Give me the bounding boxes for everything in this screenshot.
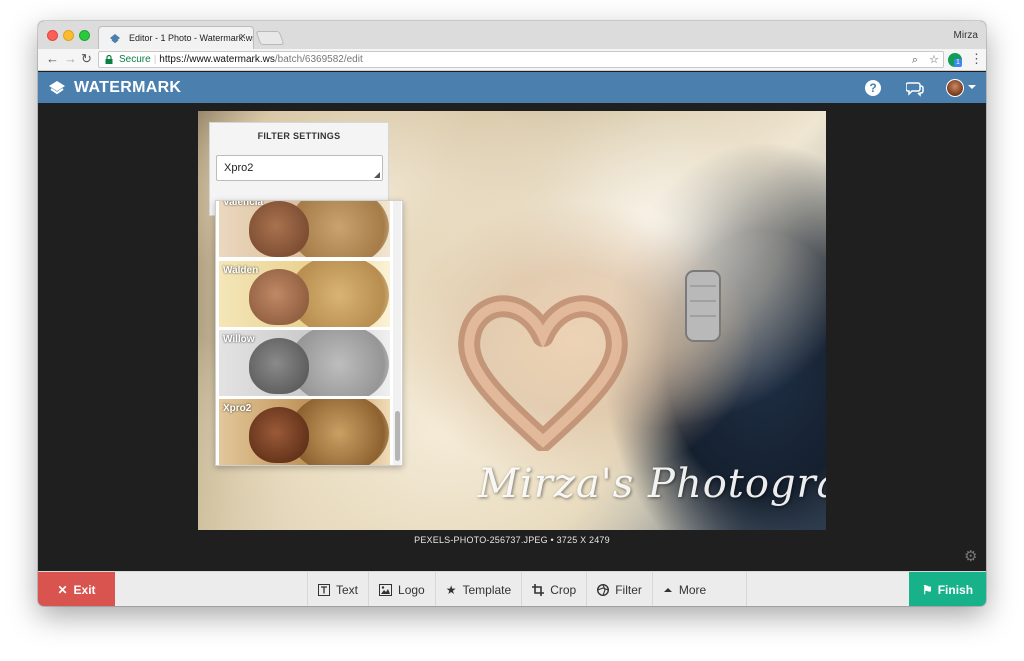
star-icon: ★	[445, 582, 457, 597]
filter-option-label: Valencia	[223, 200, 264, 208]
filter-select-value: Xpro2	[224, 162, 254, 174]
new-tab-button[interactable]	[255, 31, 285, 45]
flag-icon: ⚑	[921, 582, 933, 597]
omnibox-actions: ⌕ ☆	[912, 53, 939, 67]
filter-option-label: Willow	[223, 334, 255, 345]
tool-label: More	[678, 582, 707, 597]
lock-icon	[105, 55, 113, 64]
browser-menu-icon[interactable]: ⋮	[970, 51, 983, 67]
text-tool-button[interactable]: Text	[307, 572, 368, 606]
filter-thumbnail	[219, 201, 390, 257]
close-window-button[interactable]	[47, 30, 58, 41]
thumb-face	[249, 338, 309, 394]
filter-option-walden[interactable]: Walden	[219, 261, 390, 327]
chat-icon[interactable]	[906, 79, 924, 97]
filter-options-list[interactable]: Valencia Walden Willow Xpro2	[215, 200, 403, 466]
brand-name: WATERMARK	[74, 79, 182, 96]
help-icon[interactable]: ?	[864, 79, 882, 97]
tool-label: Template	[462, 582, 512, 597]
editor-canvas: Mirza's Photography FILTER SETTINGS Xpro…	[38, 103, 986, 571]
crop-icon	[532, 583, 545, 596]
tool-label: Logo	[398, 582, 425, 597]
caret-down-icon[interactable]	[968, 85, 976, 89]
maximize-window-button[interactable]	[79, 30, 90, 41]
close-tab-icon[interactable]: ×	[240, 31, 246, 43]
reload-icon[interactable]: ↻	[81, 51, 92, 67]
caret-up-icon	[663, 585, 673, 595]
more-tool-button[interactable]: More	[651, 572, 748, 606]
resize-handle-icon	[374, 172, 380, 178]
thumb-face	[249, 407, 309, 463]
filter-icon	[597, 583, 610, 596]
crop-tool-button[interactable]: Crop	[521, 572, 586, 606]
bottom-toolbar: ✕ Exit Text Logo ★ Template Crop Filter …	[38, 571, 986, 606]
image-icon	[379, 583, 393, 596]
minimize-window-button[interactable]	[63, 30, 74, 41]
forward-arrow-icon[interactable]: →	[64, 51, 77, 67]
tool-label: Crop	[550, 582, 577, 597]
zoom-icon[interactable]: ⌕	[912, 54, 918, 66]
text-icon	[318, 583, 330, 596]
thumb-face	[249, 269, 309, 325]
extension-badge: 1	[954, 59, 962, 67]
finish-button[interactable]: ⚑ Finish	[909, 572, 986, 606]
filter-option-label: Walden	[223, 265, 259, 276]
tool-label: Text	[336, 582, 359, 597]
file-caption: PEXELS-PHOTO-256737.JPEG • 3725 X 2479	[414, 535, 610, 545]
filter-option-willow[interactable]: Willow	[219, 330, 390, 396]
back-arrow-icon[interactable]: ←	[46, 51, 59, 67]
user-avatar[interactable]	[946, 79, 964, 97]
heart-hands-illustration	[458, 295, 628, 451]
browser-tab[interactable]: Editor - 1 Photo - Watermark.ws ×	[98, 26, 254, 49]
scrollbar-thumb[interactable]	[395, 411, 400, 461]
close-icon: ✕	[57, 582, 68, 597]
filter-select[interactable]: Xpro2	[216, 155, 383, 181]
filter-option-valencia[interactable]: Valencia	[219, 200, 390, 257]
tool-label: Filter	[615, 582, 642, 597]
thumb-face	[249, 201, 309, 257]
filter-settings-title: FILTER SETTINGS	[257, 131, 341, 141]
gear-icon[interactable]: ⚙	[964, 547, 977, 565]
template-tool-button[interactable]: ★ Template	[434, 572, 521, 606]
logo-tool-button[interactable]: Logo	[368, 572, 435, 606]
finish-label: Finish	[937, 582, 974, 597]
brand-logo[interactable]: WATERMARK	[48, 78, 181, 98]
watermark-text-overlay[interactable]: Mirza's Photography	[478, 461, 826, 507]
filter-tool-button[interactable]: Filter	[586, 572, 652, 606]
filter-option-xpro2[interactable]: Xpro2	[219, 399, 390, 465]
bookmark-star-icon[interactable]: ☆	[929, 54, 939, 66]
editor-tools: Text Logo ★ Template Crop Filter More	[307, 572, 748, 606]
secure-label: Secure	[119, 54, 151, 65]
wristwatch-illustration	[685, 270, 721, 342]
browser-window: Editor - 1 Photo - Watermark.ws × Mirza …	[38, 21, 986, 606]
watermark-favicon-icon	[110, 34, 120, 44]
filter-option-label: Xpro2	[223, 403, 252, 414]
svg-text:?: ?	[869, 81, 876, 95]
url-path: /batch/6369582/edit	[274, 54, 363, 65]
watermark-logo-icon	[49, 81, 65, 95]
tab-title: Editor - 1 Photo - Watermark.ws	[129, 33, 254, 43]
browser-toolbar: ← → ↻ Secure | https://www.watermark.ws/ba…	[38, 49, 986, 71]
url-host: https://www.watermark.ws	[159, 54, 275, 65]
address-bar[interactable]: Secure | https://www.watermark.ws/batch/63…	[98, 51, 944, 68]
exit-button[interactable]: ✕ Exit	[38, 572, 115, 606]
omnibox-separator: |	[153, 54, 157, 65]
browser-profile-name[interactable]: Mirza	[954, 30, 978, 41]
app-header: WATERMARK ?	[38, 72, 986, 103]
tab-strip: Editor - 1 Photo - Watermark.ws × Mirza	[38, 21, 986, 49]
filter-list-scrollbar[interactable]	[393, 201, 401, 465]
exit-label: Exit	[73, 582, 96, 597]
